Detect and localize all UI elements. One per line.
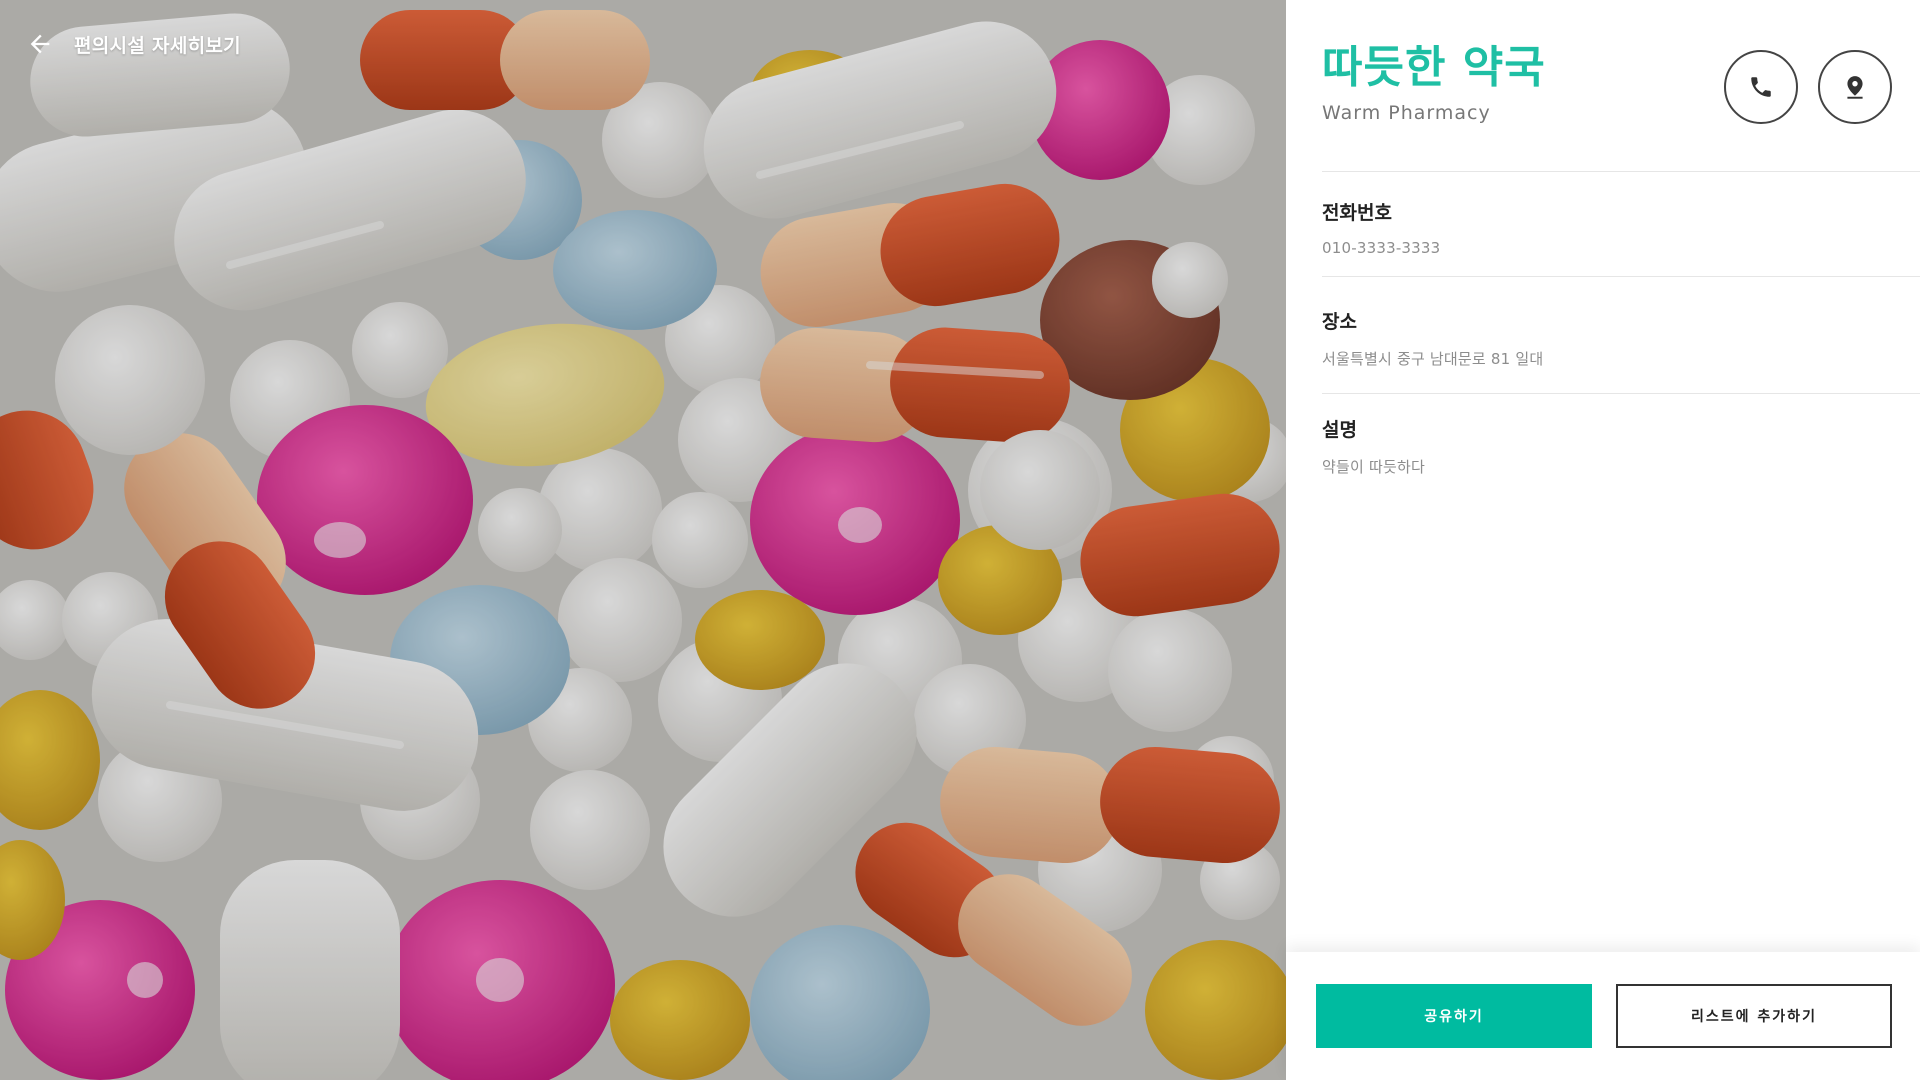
action-icons <box>1724 50 1892 124</box>
divider <box>1322 393 1920 394</box>
field-label: 장소 <box>1322 311 1357 333</box>
page-title: 편의시설 자세히보기 <box>74 34 241 57</box>
map-button[interactable] <box>1818 50 1892 124</box>
description-field: 설명 약들이 따듯하다 <box>1322 415 1920 477</box>
image-overlay <box>0 0 1286 1080</box>
top-bar: 편의시설 자세히보기 <box>22 24 241 64</box>
location-field: 장소 서울특별시 중구 남대문로 81 일대 <box>1322 307 1920 369</box>
phone-number[interactable]: 010-3333-3333 <box>1322 239 1920 257</box>
divider <box>1322 276 1920 277</box>
share-button[interactable]: 공유하기 <box>1316 984 1592 1048</box>
phone-field: 전화번호 010-3333-3333 <box>1322 198 1920 257</box>
phone-icon <box>1751 77 1771 97</box>
add-to-list-button[interactable]: 리스트에 추가하기 <box>1616 984 1892 1048</box>
place-header: 따듯한 약국 Warm Pharmacy <box>1322 40 1920 130</box>
back-button[interactable] <box>22 26 58 62</box>
location-pin-icon <box>1847 76 1863 99</box>
field-label: 전화번호 <box>1322 202 1392 224</box>
hero-image: 편의시설 자세히보기 <box>0 0 1286 1080</box>
description: 약들이 따듯하다 <box>1322 458 1425 476</box>
arrow-left-icon <box>30 34 50 54</box>
bottom-action-bar: 공유하기 리스트에 추가하기 <box>1286 952 1920 1080</box>
address: 서울특별시 중구 남대문로 81 일대 <box>1322 350 1544 368</box>
detail-panel: 따듯한 약국 Warm Pharmacy 전화번호 010-3333-3333 … <box>1286 0 1920 1080</box>
call-button[interactable] <box>1724 50 1798 124</box>
divider <box>1322 171 1920 172</box>
field-label: 설명 <box>1322 419 1357 441</box>
